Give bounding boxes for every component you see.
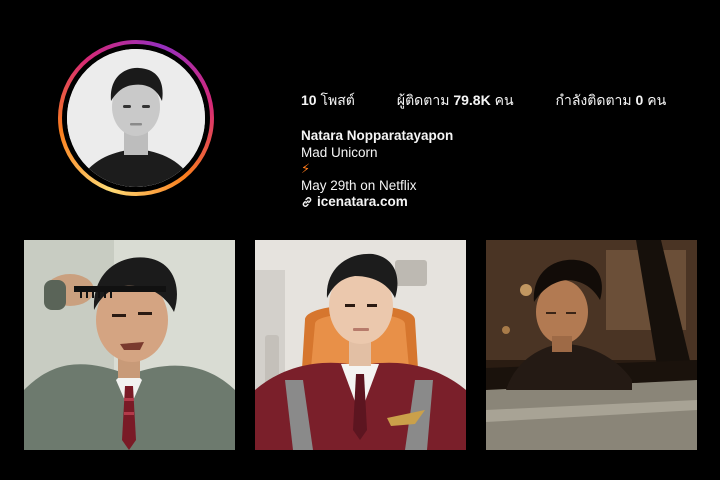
avatar-gap (62, 44, 210, 192)
following-count: 0 (635, 92, 644, 108)
profile-name: Natara Nopparatayapon (301, 128, 454, 143)
followers-unit: คน (494, 92, 514, 108)
followers-count: 79.8K (453, 92, 491, 108)
profile-stats: 10 โพสต์ ผู้ติดตาม 79.8K คน กำลังติดตาม … (301, 90, 666, 112)
post-thumbnail[interactable] (486, 240, 697, 450)
post-thumbnail[interactable] (255, 240, 466, 450)
profile-bio: Natara Nopparatayapon Mad Unicorn ⚡ May … (301, 128, 453, 211)
bio-link-text: icenatara.com (317, 194, 408, 209)
post-thumbnail[interactable] (24, 240, 235, 450)
posts-label: โพสต์ (320, 92, 355, 108)
avatar-photo (67, 49, 205, 187)
followers-label: ผู้ติดตาม (396, 92, 450, 108)
following-stat[interactable]: กำลังติดตาม 0 คน (556, 90, 667, 112)
post-grid (24, 240, 697, 450)
following-unit: คน (647, 92, 667, 108)
post-photo-school-uniform (24, 240, 235, 450)
lightning-bolt-icon: ⚡ (301, 161, 311, 176)
posts-stat: 10 โพสต์ (301, 90, 355, 112)
avatar[interactable] (67, 49, 205, 187)
profile-avatar-story-ring[interactable] (58, 40, 214, 196)
posts-count: 10 (301, 92, 317, 108)
followers-stat[interactable]: ผู้ติดตาม 79.8K คน (397, 90, 514, 112)
bio-line-2: May 29th on Netflix (301, 177, 417, 193)
bio-link[interactable]: icenatara.com (301, 194, 453, 211)
bio-line-1: Mad Unicorn (301, 144, 378, 160)
following-label: กำลังติดตาม (555, 92, 632, 108)
post-photo-pilot-uniform (255, 240, 466, 450)
link-icon (301, 196, 313, 208)
post-photo-car-night (486, 240, 697, 450)
